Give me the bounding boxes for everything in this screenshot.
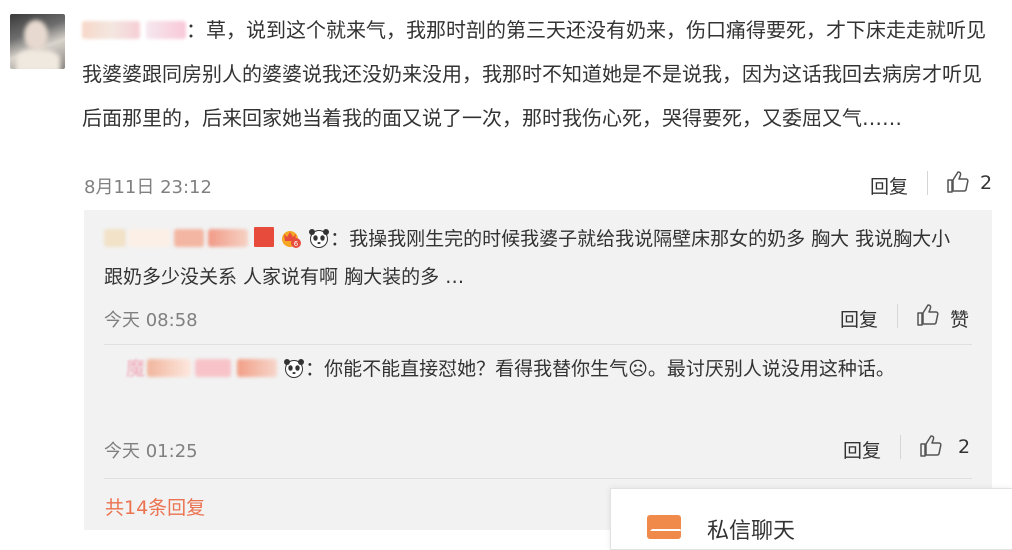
avatar-body xyxy=(16,50,60,69)
reply-2-timestamp: 今天 01:25 xyxy=(104,441,198,462)
panda-emoji-icon xyxy=(284,359,305,378)
reply-1-body: 6 ：我操我刚生完的时候我婆子就给我说隔壁床那女的奶多 胸大 我说胸大小跟奶多少… xyxy=(104,220,964,296)
reply-2-like-count: 2 xyxy=(958,436,971,458)
private-message-panel[interactable]: 私信聊天 xyxy=(610,488,1012,550)
main-comment-timestamp: 8月11日 23:12 xyxy=(84,177,212,198)
action-separator xyxy=(927,171,928,195)
reply-2-name-prefix: 魔 xyxy=(126,358,146,380)
thumbs-up-icon[interactable] xyxy=(916,303,940,327)
commenter-name-blurred[interactable] xyxy=(82,18,186,42)
reply-2-reply-button[interactable]: 回复 xyxy=(843,436,881,463)
avatar-face xyxy=(24,20,48,50)
thumbs-up-icon[interactable] xyxy=(946,170,970,194)
main-like-count: 2 xyxy=(980,172,993,194)
reply-2-name-blurred[interactable]: 魔 xyxy=(104,358,278,380)
reply-1-name-blurred[interactable] xyxy=(104,227,274,250)
reply-2-body: 魔 ：你能不能直接怼她？看得我替你生气☹。最讨厌别人说没用这种话。 xyxy=(104,350,964,388)
private-message-label: 私信聊天 xyxy=(707,519,796,544)
panda-emoji-icon xyxy=(309,229,330,248)
reply-2-text: ：你能不能直接怼她？看得我替你生气☹。最讨厌别人说没用这种话。 xyxy=(305,358,895,380)
main-reply-button[interactable]: 回复 xyxy=(870,172,908,199)
thumbs-up-icon[interactable] xyxy=(919,434,943,458)
reply-1-like-label[interactable]: 赞 xyxy=(950,305,969,332)
commenter-avatar[interactable] xyxy=(10,14,65,69)
main-comment-body: ：草，说到这个就来气，我那时剖的第三天还没有奶来，伤口痛得要死，才下床走走就听见… xyxy=(82,8,997,140)
main-comment-text: ：草，说到这个就来气，我那时剖的第三天还没有奶来，伤口痛得要死，才下床走走就听见… xyxy=(82,18,986,130)
more-replies-link[interactable]: 共14条回复 xyxy=(105,493,205,520)
reply-divider xyxy=(104,344,972,345)
vip-crown-icon: 6 xyxy=(282,231,302,248)
envelope-icon xyxy=(647,515,681,539)
reply-1-timestamp: 今天 08:58 xyxy=(104,310,198,331)
action-separator xyxy=(897,304,898,328)
reply-divider xyxy=(104,478,972,479)
action-separator xyxy=(900,435,901,459)
reply-1-reply-button[interactable]: 回复 xyxy=(840,305,878,332)
svg-text:6: 6 xyxy=(294,240,299,248)
